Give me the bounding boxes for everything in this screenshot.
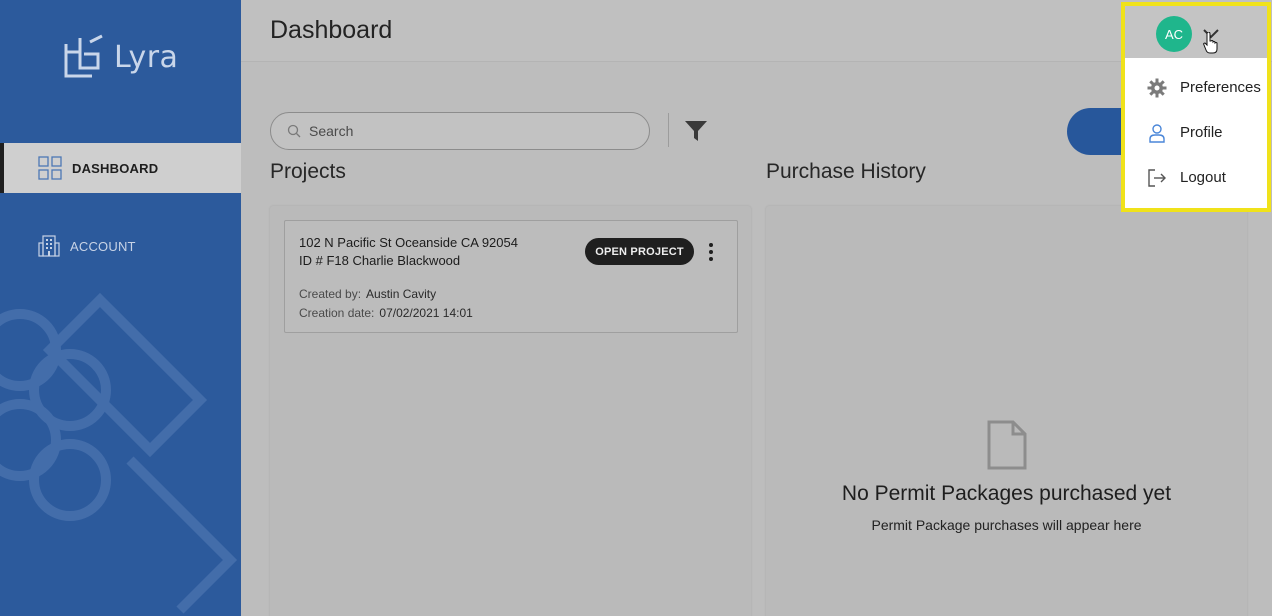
menu-item-label: Profile (1180, 124, 1223, 141)
project-card[interactable]: 102 N Pacific St Oceanside CA 92054 ID #… (284, 220, 738, 333)
purchase-history-title: Purchase History (766, 160, 926, 183)
project-id: ID # F18 Charlie Blackwood (299, 253, 461, 268)
purchase-history-panel (766, 206, 1247, 616)
filter-icon[interactable] (684, 119, 708, 143)
menu-item-label: Logout (1180, 169, 1226, 186)
building-icon (38, 235, 60, 257)
page-title: Dashboard (270, 16, 393, 44)
sidebar-item-dashboard[interactable]: DASHBOARD (0, 143, 241, 193)
user-menu-list: Preferences Profile Logout (1125, 58, 1267, 200)
sidebar-item-label: DASHBOARD (72, 160, 159, 176)
menu-item-preferences[interactable]: Preferences (1125, 65, 1267, 110)
empty-state-subtitle: Permit Package purchases will appear her… (871, 517, 1142, 533)
top-header: Dashboard (241, 0, 1272, 62)
creation-date-row: Creation date: 07/02/2021 14:01 (299, 306, 473, 320)
logout-icon (1148, 168, 1166, 187)
empty-state-title: No Permit Packages purchased yet (841, 482, 1172, 505)
creation-date-label: Creation date: (299, 306, 375, 320)
created-by-row: Created by: Austin Cavity (299, 287, 436, 301)
created-by-label: Created by: (299, 287, 362, 301)
brand-name: Lyra (114, 39, 179, 75)
menu-item-profile[interactable]: Profile (1125, 110, 1267, 155)
lyra-logo-icon (64, 34, 103, 78)
user-menu-dropdown: AC Preferences Profile Logout (1121, 2, 1271, 212)
sidebar: Lyra DASHBOARD ACCOUNT (0, 0, 241, 616)
avatar[interactable]: AC (1156, 16, 1192, 52)
gear-icon (1147, 78, 1167, 97)
projects-title: Projects (270, 160, 346, 183)
grid-icon (38, 156, 62, 180)
search-box[interactable] (270, 112, 650, 150)
user-menu-header: AC (1125, 6, 1267, 58)
menu-item-logout[interactable]: Logout (1125, 155, 1267, 200)
hand-cursor-icon (1203, 32, 1218, 54)
person-icon (1149, 123, 1165, 143)
creation-date-value: 07/02/2021 14:01 (379, 306, 473, 320)
menu-item-label: Preferences (1180, 79, 1261, 96)
sidebar-item-account[interactable]: ACCOUNT (0, 221, 241, 271)
document-icon (987, 420, 1027, 470)
created-by-value: Austin Cavity (366, 287, 437, 301)
toolbar-divider (668, 113, 669, 147)
sidebar-pattern (0, 292, 238, 614)
sidebar-item-label: ACCOUNT (70, 238, 136, 254)
search-icon (287, 124, 301, 138)
logo[interactable]: Lyra (62, 34, 178, 80)
open-project-button[interactable]: OPEN PROJECT (585, 238, 694, 265)
project-address: 102 N Pacific St Oceanside CA 92054 (299, 235, 518, 250)
search-input[interactable] (309, 123, 629, 139)
kebab-menu-icon[interactable] (705, 243, 717, 261)
